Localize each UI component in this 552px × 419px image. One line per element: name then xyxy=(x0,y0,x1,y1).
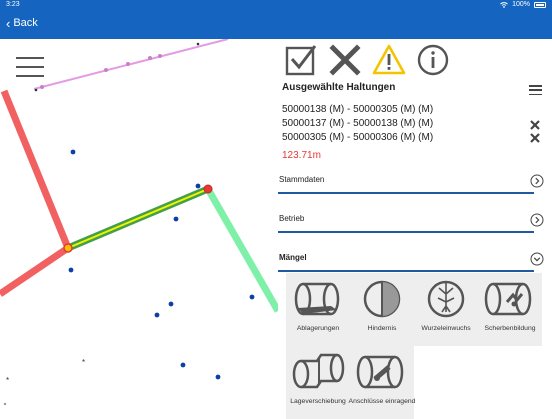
section-betrieb[interactable]: Betrieb xyxy=(278,210,552,236)
checkbox-confirm-icon[interactable] xyxy=(284,43,318,77)
pipe-node xyxy=(104,68,108,72)
defect-label: Ablagerungen xyxy=(296,325,340,332)
chevron-left-icon: ‹ xyxy=(6,15,11,31)
protruding-connection-icon xyxy=(356,355,404,389)
pipe-node xyxy=(148,56,152,60)
remove-selection-icon[interactable] xyxy=(530,133,540,143)
status-bar: 3:23 100% xyxy=(0,0,552,11)
warning-icon[interactable] xyxy=(372,43,406,77)
defect-label: Hindernis xyxy=(367,325,397,332)
pipe-node xyxy=(126,62,130,66)
map-node[interactable] xyxy=(215,374,221,380)
pipe-segment-pink[interactable] xyxy=(33,39,229,90)
defect-tile-anschluesse-einragend[interactable]: Anschlüsse einragend xyxy=(349,346,415,419)
map-node[interactable] xyxy=(180,362,186,368)
panel-menu-button[interactable] xyxy=(529,85,542,96)
defect-tile-hindernis[interactable]: Hindernis xyxy=(350,273,414,346)
map-node[interactable] xyxy=(168,301,174,307)
close-icon[interactable] xyxy=(328,43,362,77)
defect-label: Scherbenbildung xyxy=(484,325,536,332)
status-indicators: 100% xyxy=(500,1,546,8)
hamburger-icon-line xyxy=(16,75,44,77)
battery-icon xyxy=(534,1,546,8)
deposit-icon xyxy=(294,282,340,316)
info-icon[interactable] xyxy=(416,43,450,77)
pipe-segment-light-green[interactable] xyxy=(204,187,278,313)
defect-tile-wurzeleinwuchs[interactable]: Wurzeleinwuchs xyxy=(414,273,478,346)
section-divider xyxy=(278,270,534,272)
section-label: Stammdaten xyxy=(279,175,325,184)
manhole-selected[interactable] xyxy=(203,184,213,194)
hamburger-icon xyxy=(529,85,542,87)
displacement-icon xyxy=(292,353,345,389)
chevron-right-icon[interactable] xyxy=(530,213,544,227)
pipe-node xyxy=(196,42,200,46)
defect-label: Lageverschiebung xyxy=(290,398,346,405)
map-view[interactable]: * * xyxy=(0,39,278,414)
hamburger-icon xyxy=(16,57,44,59)
navigation-bar: ‹ Back xyxy=(0,11,552,39)
back-button[interactable]: ‹ Back xyxy=(6,15,38,31)
section-divider xyxy=(278,231,534,233)
defect-tile-scherbenbildung[interactable]: Scherbenbildung xyxy=(478,273,542,346)
pipe-node xyxy=(40,85,44,89)
section-stammdaten[interactable]: Stammdaten xyxy=(278,171,552,197)
map-marker: * xyxy=(82,358,85,367)
map-node[interactable] xyxy=(173,216,179,222)
fracture-icon xyxy=(484,282,532,316)
pipe-segment-red[interactable] xyxy=(0,245,70,297)
map-node[interactable] xyxy=(70,149,76,155)
map-marker: * xyxy=(6,376,9,385)
selected-pipe-item: 50000305 (M) - 50000306 (M) (M) xyxy=(282,132,434,143)
selected-pipe-item: 50000137 (M) - 50000138 (M) (M) xyxy=(282,118,434,129)
battery-percent: 100% xyxy=(512,1,530,8)
section-maengel[interactable]: Mängel xyxy=(278,249,552,275)
root-intrusion-icon xyxy=(427,280,465,318)
remove-selection-icon[interactable] xyxy=(530,120,540,130)
defect-tile-lageverschiebung[interactable]: Lageverschiebung xyxy=(286,346,350,419)
map-node[interactable] xyxy=(68,267,74,273)
selection-panel: Ausgewählte Haltungen 50000138 (M) - 500… xyxy=(278,39,552,419)
back-label: Back xyxy=(13,17,38,29)
chevron-right-icon[interactable] xyxy=(530,174,544,188)
pipe-segment-selected-highlight xyxy=(67,188,209,249)
panel-title: Ausgewählte Haltungen xyxy=(282,82,396,93)
hamburger-icon-line xyxy=(529,93,542,96)
section-divider xyxy=(278,192,534,194)
total-length: 123.71m xyxy=(282,150,321,161)
obstacle-icon xyxy=(363,280,401,318)
map-canvas[interactable]: * * xyxy=(0,39,278,414)
map-menu-button[interactable] xyxy=(16,57,44,79)
map-node[interactable] xyxy=(154,312,160,318)
pipe-segment-red[interactable] xyxy=(0,89,72,250)
pipe-node xyxy=(158,54,162,58)
chevron-down-icon[interactable] xyxy=(530,252,544,266)
pipe-node xyxy=(34,88,38,92)
panel-toolbar xyxy=(284,43,450,77)
wifi-icon xyxy=(500,1,508,8)
map-node[interactable] xyxy=(249,294,255,300)
section-label: Mängel xyxy=(279,253,307,262)
defect-tile-ablagerungen[interactable]: Ablagerungen xyxy=(286,273,350,346)
defect-label: Anschlüsse einragend xyxy=(348,398,416,405)
selected-pipe-item: 50000138 (M) - 50000305 (M) (M) xyxy=(282,104,434,115)
map-marker xyxy=(3,402,7,406)
status-time: 3:23 xyxy=(6,1,20,8)
hamburger-icon-line xyxy=(16,66,44,68)
hamburger-icon-line xyxy=(529,89,542,91)
defect-label: Wurzeleinwuchs xyxy=(421,325,471,332)
map-node[interactable] xyxy=(195,183,201,189)
manhole-selected[interactable] xyxy=(63,243,73,253)
section-label: Betrieb xyxy=(279,214,305,223)
